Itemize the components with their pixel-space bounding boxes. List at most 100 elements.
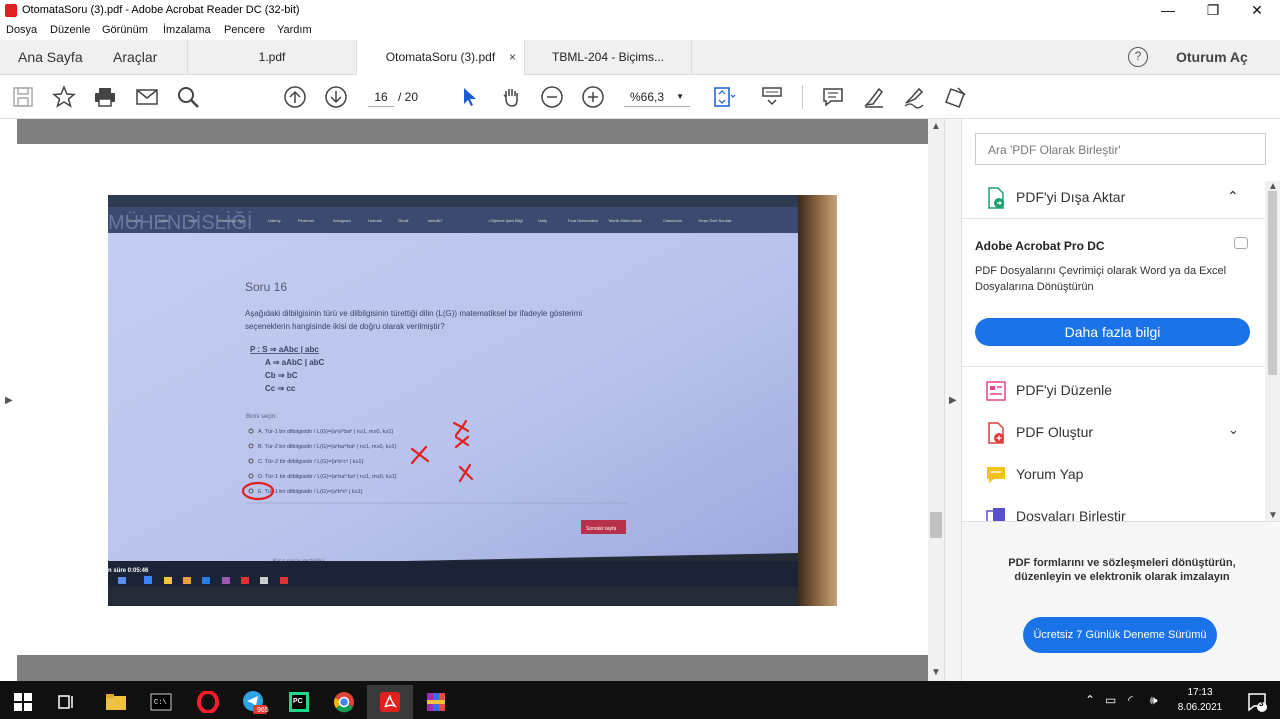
- fit-page-icon[interactable]: [707, 84, 741, 110]
- tab-label: OtomataSoru (3).pdf: [385, 50, 496, 64]
- email-icon[interactable]: [134, 84, 160, 110]
- export-pdf-item[interactable]: PDF'yi Dışa Aktar ⌃: [962, 178, 1265, 218]
- task-view-button[interactable]: [44, 685, 90, 719]
- chevron-up-icon[interactable]: ⌃: [1227, 188, 1239, 205]
- telegram-badge: 965: [257, 707, 269, 714]
- tools-search-input[interactable]: Ara 'PDF Olarak Birleştir': [975, 133, 1266, 165]
- menu-view[interactable]: Görünüm: [102, 24, 148, 36]
- page-down-icon[interactable]: [323, 84, 349, 110]
- option-a: A. Tür-1 bir dilbilgisidir / L(G)={aⁿaᵐb…: [258, 428, 393, 435]
- tab-label: TBML-204 - Biçims...: [551, 50, 665, 64]
- chevron-down-icon[interactable]: ⌄: [1228, 422, 1239, 438]
- zoom-out-icon[interactable]: [539, 84, 565, 110]
- free-trial-button[interactable]: Ücretsiz 7 Günlük Deneme Sürümü: [1023, 617, 1217, 653]
- telegram-button[interactable]: 965: [231, 685, 277, 719]
- close-button[interactable]: ✕: [1234, 0, 1280, 22]
- comment-tool-icon: [987, 467, 1005, 483]
- promo-dismiss-icon[interactable]: [1234, 237, 1248, 249]
- svg-text:Isimdik7: Isimdik7: [428, 218, 443, 223]
- opera-button[interactable]: [185, 685, 231, 719]
- scrollbar-thumb[interactable]: [930, 512, 942, 538]
- comment-item[interactable]: Yorum Yap: [962, 455, 1265, 495]
- svg-text:Pinterest: Pinterest: [298, 218, 315, 223]
- start-button[interactable]: [0, 685, 46, 719]
- bookmark-star-icon[interactable]: [51, 84, 77, 110]
- menu-window[interactable]: Pencere: [224, 24, 265, 36]
- print-icon[interactable]: [92, 84, 118, 110]
- title-bar: OtomataSoru (3).pdf - Adobe Acrobat Read…: [0, 0, 1280, 22]
- menu-sign[interactable]: İmzalama: [163, 24, 211, 36]
- tools-panel-scrollbar[interactable]: ▲ ▼: [1265, 181, 1280, 524]
- pro-promo-card: Adobe Acrobat Pro DC PDF Dosyalarını Çev…: [962, 218, 1265, 367]
- right-panel-toggle[interactable]: ▶: [944, 119, 962, 681]
- menu-edit[interactable]: Düzenle: [50, 24, 90, 36]
- scroll-down-icon[interactable]: ▼: [931, 667, 941, 678]
- create-pdf-item[interactable]: PDF Oluştur ⌄: [962, 413, 1265, 453]
- home-tab[interactable]: Ana Sayfa: [18, 49, 83, 65]
- file-explorer-button[interactable]: [93, 685, 139, 719]
- taskbar-clock[interactable]: 17:13 8.06.2021: [1170, 685, 1230, 715]
- battery-icon[interactable]: ▭: [1105, 693, 1116, 707]
- zoom-in-icon[interactable]: [580, 84, 606, 110]
- search-icon[interactable]: [175, 84, 201, 110]
- notification-icon: [1248, 693, 1267, 712]
- terminal-icon: C:\: [150, 693, 172, 711]
- highlight-pen-icon[interactable]: [861, 84, 887, 110]
- document-scrollbar[interactable]: ▲ ▼: [928, 119, 944, 681]
- acrobat-icon: [380, 692, 400, 712]
- trial-promo: PDF formlarını ve sözleşmeleri dönüştürü…: [962, 521, 1280, 681]
- tools-tab[interactable]: Araçlar: [113, 49, 157, 65]
- terminal-button[interactable]: C:\: [138, 685, 184, 719]
- window-title: OtomataSoru (3).pdf - Adobe Acrobat Read…: [22, 4, 300, 16]
- maximize-button[interactable]: ❐: [1190, 0, 1236, 22]
- help-icon[interactable]: ?: [1128, 47, 1148, 67]
- acrobat-taskbar-button[interactable]: [367, 685, 413, 719]
- wifi-icon[interactable]: ◜: [1128, 693, 1133, 707]
- sign-icon[interactable]: [901, 84, 927, 110]
- zoom-select[interactable]: %66,3 ▼: [624, 87, 690, 107]
- pycharm-button[interactable]: PC: [276, 685, 322, 719]
- scroll-down-icon[interactable]: ▼: [1268, 510, 1278, 521]
- collapse-right-icon[interactable]: ▶: [949, 395, 957, 406]
- tab-tbml204[interactable]: TBML-204 - Biçims...: [524, 40, 692, 75]
- notification-count: 3: [1259, 699, 1264, 708]
- combine-files-item[interactable]: Dosyaları Birleştir: [962, 497, 1265, 521]
- tab-1pdf[interactable]: 1.pdf: [187, 40, 356, 75]
- comment-label: Yorum Yap: [1016, 466, 1084, 482]
- scroll-mode-icon[interactable]: [759, 84, 785, 110]
- tray-expand-icon[interactable]: ⌃: [1085, 693, 1095, 707]
- expand-left-icon[interactable]: ▶: [5, 395, 13, 406]
- save-icon[interactable]: [10, 84, 36, 110]
- minimize-button[interactable]: —: [1145, 0, 1191, 22]
- winrar-button[interactable]: [413, 685, 459, 719]
- pdf-embedded-photo: Google Twitter Yapit WhatsApp Web Udemy Pint…: [108, 195, 837, 606]
- pdf-viewer[interactable]: Google Twitter Yapit WhatsApp Web Udemy Pint…: [17, 119, 928, 681]
- page-up-icon[interactable]: [282, 84, 308, 110]
- menu-help[interactable]: Yardım: [277, 24, 312, 36]
- svg-text:Unity: Unity: [538, 218, 547, 223]
- left-panel-collapsed[interactable]: ▶: [0, 119, 17, 681]
- more-info-button[interactable]: Daha fazla bilgi: [975, 318, 1250, 346]
- tab-close-icon[interactable]: ×: [509, 40, 516, 75]
- zoom-value: %66,3: [630, 90, 665, 104]
- comment-icon[interactable]: [820, 84, 846, 110]
- scrollbar-thumb[interactable]: [1268, 191, 1277, 375]
- notification-center-button[interactable]: 3: [1234, 685, 1280, 719]
- pdf-page: Google Twitter Yapit WhatsApp Web Udemy Pint…: [17, 144, 928, 655]
- tools-stamp-icon[interactable]: [943, 84, 969, 110]
- question-title: Soru 16: [245, 280, 287, 294]
- grammar-rule: A ⇒ aAbC | abC: [265, 358, 325, 367]
- edit-pdf-item[interactable]: PDF'yi Düzenle: [962, 371, 1265, 411]
- volume-icon[interactable]: 🕪: [1150, 693, 1158, 708]
- chrome-button[interactable]: [321, 685, 367, 719]
- scroll-up-icon[interactable]: ▲: [931, 121, 941, 132]
- menu-file[interactable]: Dosya: [6, 24, 37, 36]
- tab-otomatasoru[interactable]: OtomataSoru (3).pdf ×: [356, 40, 524, 75]
- select-cursor-icon[interactable]: [457, 84, 483, 110]
- hand-tool-icon[interactable]: [498, 84, 524, 110]
- option-b: B. Tür-2 bir dilbilgisidir / L(G)={aⁿbaᵐ…: [258, 443, 396, 450]
- svg-text:=Öğrenci İşleri Bilgi: =Öğrenci İşleri Bilgi: [488, 218, 523, 223]
- signin-link[interactable]: Oturum Aç: [1176, 49, 1248, 65]
- page-number-input[interactable]: 16: [368, 87, 394, 107]
- grammar-rule: Cc ⇒ cc: [265, 384, 296, 393]
